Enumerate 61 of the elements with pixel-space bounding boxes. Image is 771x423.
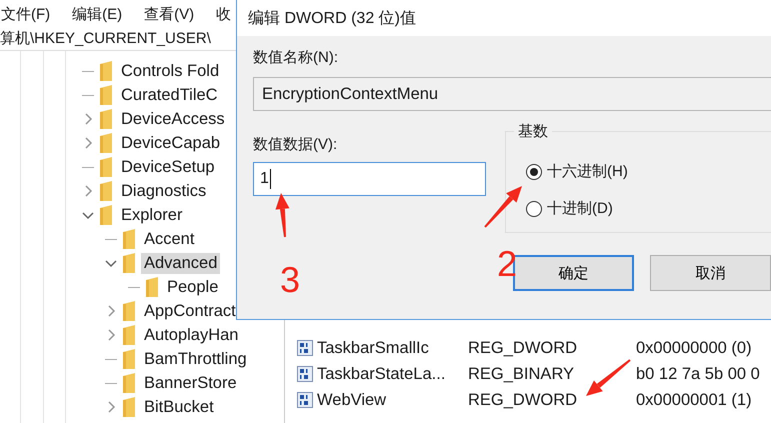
tree-item[interactable]: BamThrottling <box>141 348 250 370</box>
radio-label[interactable]: 十进制(D) <box>547 199 613 218</box>
value-data: 0x00000001 (1) <box>636 390 752 410</box>
annotation-arrow <box>586 359 631 396</box>
value-type: REG_DWORD <box>468 390 578 410</box>
field-label: 数值名称(N): <box>253 48 338 67</box>
radio-button[interactable] <box>526 164 542 180</box>
radio-button[interactable] <box>526 200 542 216</box>
group-title: 基数 <box>514 122 552 141</box>
folder-icon <box>100 157 112 177</box>
tree-item[interactable]: BitBucket <box>141 396 217 418</box>
folder-icon <box>100 133 112 153</box>
binary-value-icon <box>297 340 313 356</box>
value-name[interactable]: TaskbarStateLa... <box>317 364 446 384</box>
tree-item[interactable]: Controls Fold <box>118 60 222 82</box>
value-name[interactable]: TaskbarSmallIc <box>317 338 429 358</box>
tree-item[interactable]: BannerStore <box>141 372 240 394</box>
binary-value-icon <box>297 392 313 408</box>
annotation-arrow <box>275 193 290 238</box>
value-data: 0x00000000 (0) <box>636 338 752 358</box>
folder-icon <box>100 109 112 129</box>
dialog-title: 编辑 DWORD (32 位)值 <box>248 8 416 28</box>
value-type: REG_DWORD <box>468 338 578 358</box>
data-field[interactable]: 1 <box>253 162 486 196</box>
cancel-button[interactable]: 取消 <box>650 255 771 291</box>
folder-icon <box>100 205 112 225</box>
name-field[interactable]: EncryptionContextMenu <box>253 77 771 111</box>
folder-icon <box>123 253 135 273</box>
annotation-number: 3 <box>280 262 300 298</box>
annotation-arrow <box>484 186 522 228</box>
tree-item[interactable]: Advanced <box>141 252 220 274</box>
value-data: b0 12 7a 5b 00 0 <box>636 364 760 384</box>
tree-item[interactable]: DeviceCapab <box>118 132 224 154</box>
folder-icon <box>100 61 112 81</box>
folder-icon <box>123 373 135 393</box>
binary-value-icon <box>297 366 313 382</box>
value-name[interactable]: WebView <box>317 390 386 410</box>
field-label: 数值数据(V): <box>253 135 338 154</box>
tree-item[interactable]: AutoplayHan <box>141 324 242 346</box>
tree-item[interactable]: People <box>164 276 222 298</box>
value-type: REG_BINARY <box>468 364 574 384</box>
folder-icon <box>123 229 135 249</box>
folder-icon <box>100 181 112 201</box>
tree-item[interactable]: DeviceSetup <box>118 156 218 178</box>
tree-item[interactable]: DeviceAccess <box>118 108 228 130</box>
folder-icon <box>123 325 135 345</box>
radio-label[interactable]: 十六进制(H) <box>547 162 628 181</box>
menu-item[interactable]: 编辑(E) <box>72 4 122 24</box>
folder-icon <box>100 85 112 105</box>
folder-icon <box>123 397 135 417</box>
tree-item[interactable]: Accent <box>141 228 198 250</box>
menu-item[interactable]: 文件(F) <box>1 4 50 24</box>
folder-icon <box>123 349 135 369</box>
folder-icon <box>146 277 158 297</box>
menu-item[interactable]: 收 <box>216 4 232 24</box>
tree-item[interactable]: Diagnostics <box>118 180 210 202</box>
tree-item[interactable]: CuratedTileC <box>118 84 221 106</box>
tree-item[interactable]: AppContract <box>141 300 239 322</box>
tree-item[interactable]: Explorer <box>118 204 186 226</box>
menu-item[interactable]: 查看(V) <box>144 4 194 24</box>
folder-icon <box>123 301 135 321</box>
